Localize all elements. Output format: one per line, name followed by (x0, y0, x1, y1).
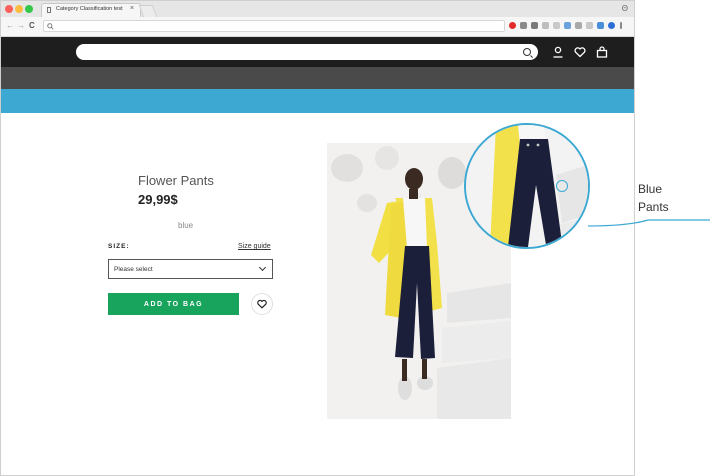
extension-icon-9[interactable] (597, 22, 604, 29)
callout-line-1: Blue (638, 182, 663, 196)
extension-icon-7[interactable] (575, 22, 582, 29)
size-guide-link[interactable]: Size guide (238, 243, 271, 250)
zoomed-pants-illustration (466, 125, 588, 247)
new-tab-button[interactable] (138, 5, 158, 17)
callout-label: Blue Pants (638, 180, 669, 216)
address-bar[interactable] (43, 20, 505, 32)
window-close-button[interactable] (5, 5, 13, 13)
browser-menu-icon[interactable] (620, 22, 622, 29)
bag-icon[interactable] (595, 45, 609, 59)
search-icon[interactable] (523, 48, 531, 56)
window-maximize-button[interactable] (25, 5, 33, 13)
extension-icon-10[interactable] (608, 22, 615, 29)
omnibox-search-icon (47, 23, 54, 30)
tab-category-classification[interactable]: Category Classification test × (41, 3, 141, 17)
extension-icon-1[interactable] (509, 22, 516, 29)
extension-icon-5[interactable] (553, 22, 560, 29)
add-to-bag-button[interactable]: ADD TO BAG (108, 293, 239, 315)
size-select[interactable]: Please select (108, 259, 273, 279)
chevron-down-icon (258, 263, 267, 272)
product-color: blue (178, 221, 194, 230)
callout-line-2: Pants (638, 200, 669, 214)
site-header (1, 37, 634, 67)
extension-icon-2[interactable] (520, 22, 527, 29)
profile-icon[interactable]: Θ (622, 4, 628, 13)
heart-icon[interactable] (573, 45, 587, 59)
heart-icon (257, 299, 267, 309)
wishlist-button[interactable] (251, 293, 273, 315)
user-icon[interactable] (551, 45, 565, 59)
tab-close-icon[interactable]: × (130, 5, 134, 12)
back-button[interactable]: ← (6, 21, 14, 30)
extension-icon-6[interactable] (564, 22, 571, 29)
extension-icon-3[interactable] (531, 22, 538, 29)
zoom-magnifier (464, 123, 590, 249)
category-bar (1, 67, 634, 89)
forward-button[interactable]: → (17, 21, 25, 30)
product-price: 29,99$ (138, 192, 178, 207)
size-label: SIZE: (108, 243, 130, 250)
reload-button[interactable]: C (29, 21, 35, 30)
page-icon (47, 7, 51, 13)
product-name: Flower Pants (138, 173, 214, 188)
hotspot-marker[interactable] (556, 180, 568, 192)
tab-title: Category Classification test (56, 6, 123, 12)
tab-bar: Category Classification test × Θ (1, 1, 634, 17)
site-search-input[interactable] (76, 44, 538, 60)
extension-icon-8[interactable] (586, 22, 593, 29)
extension-icon-4[interactable] (542, 22, 549, 29)
promo-banner (1, 89, 634, 113)
window-minimize-button[interactable] (15, 5, 23, 13)
browser-toolbar: ← → C (1, 17, 634, 37)
size-select-value: Please select (114, 266, 153, 273)
